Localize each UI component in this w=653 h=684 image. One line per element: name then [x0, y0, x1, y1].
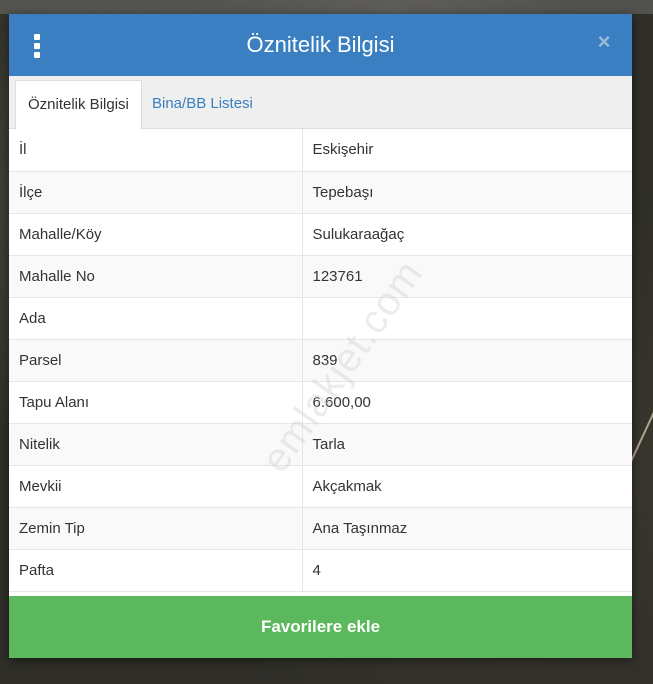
modal-title: Öznitelik Bilgisi [246, 32, 395, 57]
row-value: 839 [302, 339, 632, 382]
attribute-info-modal: Öznitelik Bilgisi × Öznitelik Bilgisi Bi… [9, 14, 632, 658]
row-key: Nitelik [9, 423, 303, 466]
row-key: Zemin Tip [9, 507, 303, 550]
row-key: Tapu Alanı [9, 381, 303, 424]
row-key: Mevkii [9, 465, 303, 508]
row-key: Ada [9, 297, 303, 340]
row-value: Tepebaşı [302, 171, 632, 214]
attribute-table-wrapper: İl Eskişehir İlçe Tepebaşı Mahalle/Köy Sulu… [9, 129, 632, 592]
row-value: 6.600,00 [302, 381, 632, 424]
row-value: Akçakmak [302, 465, 632, 508]
close-icon[interactable]: × [594, 31, 614, 53]
table-row: Mahalle No 123761 [9, 255, 632, 298]
row-value: Tarla [302, 423, 632, 466]
row-value: Ana Taşınmaz [302, 507, 632, 550]
attribute-table: İl Eskişehir İlçe Tepebaşı Mahalle/Köy Sulu… [9, 129, 632, 592]
row-key: Mahalle/Köy [9, 213, 303, 256]
table-row: İlçe Tepebaşı [9, 171, 632, 214]
tab-attribute-info[interactable]: Öznitelik Bilgisi [15, 80, 142, 130]
table-row: İl Eskişehir [9, 129, 632, 172]
table-row: Ada [9, 297, 632, 340]
row-value: Sulukaraağaç [302, 213, 632, 256]
table-row: Nitelik Tarla [9, 423, 632, 466]
row-key: Mahalle No [9, 255, 303, 298]
row-key: Parsel [9, 339, 303, 382]
map-top-strip [0, 0, 653, 14]
row-value: Eskişehir [302, 129, 632, 172]
table-row: Mahalle/Köy Sulukaraağaç [9, 213, 632, 256]
row-key: Pafta [9, 549, 303, 592]
tab-bar: Öznitelik Bilgisi Bina/BB Listesi [9, 76, 632, 130]
tab-building-list[interactable]: Bina/BB Listesi [140, 80, 265, 128]
row-key: İlçe [9, 171, 303, 214]
table-row: Parsel 839 [9, 339, 632, 382]
row-value: 4 [302, 549, 632, 592]
row-key: İl [9, 129, 303, 172]
table-row: Mevkii Akçakmak [9, 465, 632, 508]
add-to-favorites-button[interactable]: Favorilere ekle [9, 596, 632, 658]
row-value [302, 297, 632, 340]
modal-header: Öznitelik Bilgisi × [9, 14, 632, 76]
table-row: Pafta 4 [9, 549, 632, 592]
table-row: Tapu Alanı 6.600,00 [9, 381, 632, 424]
table-row: Zemin Tip Ana Taşınmaz [9, 507, 632, 550]
row-value: 123761 [302, 255, 632, 298]
